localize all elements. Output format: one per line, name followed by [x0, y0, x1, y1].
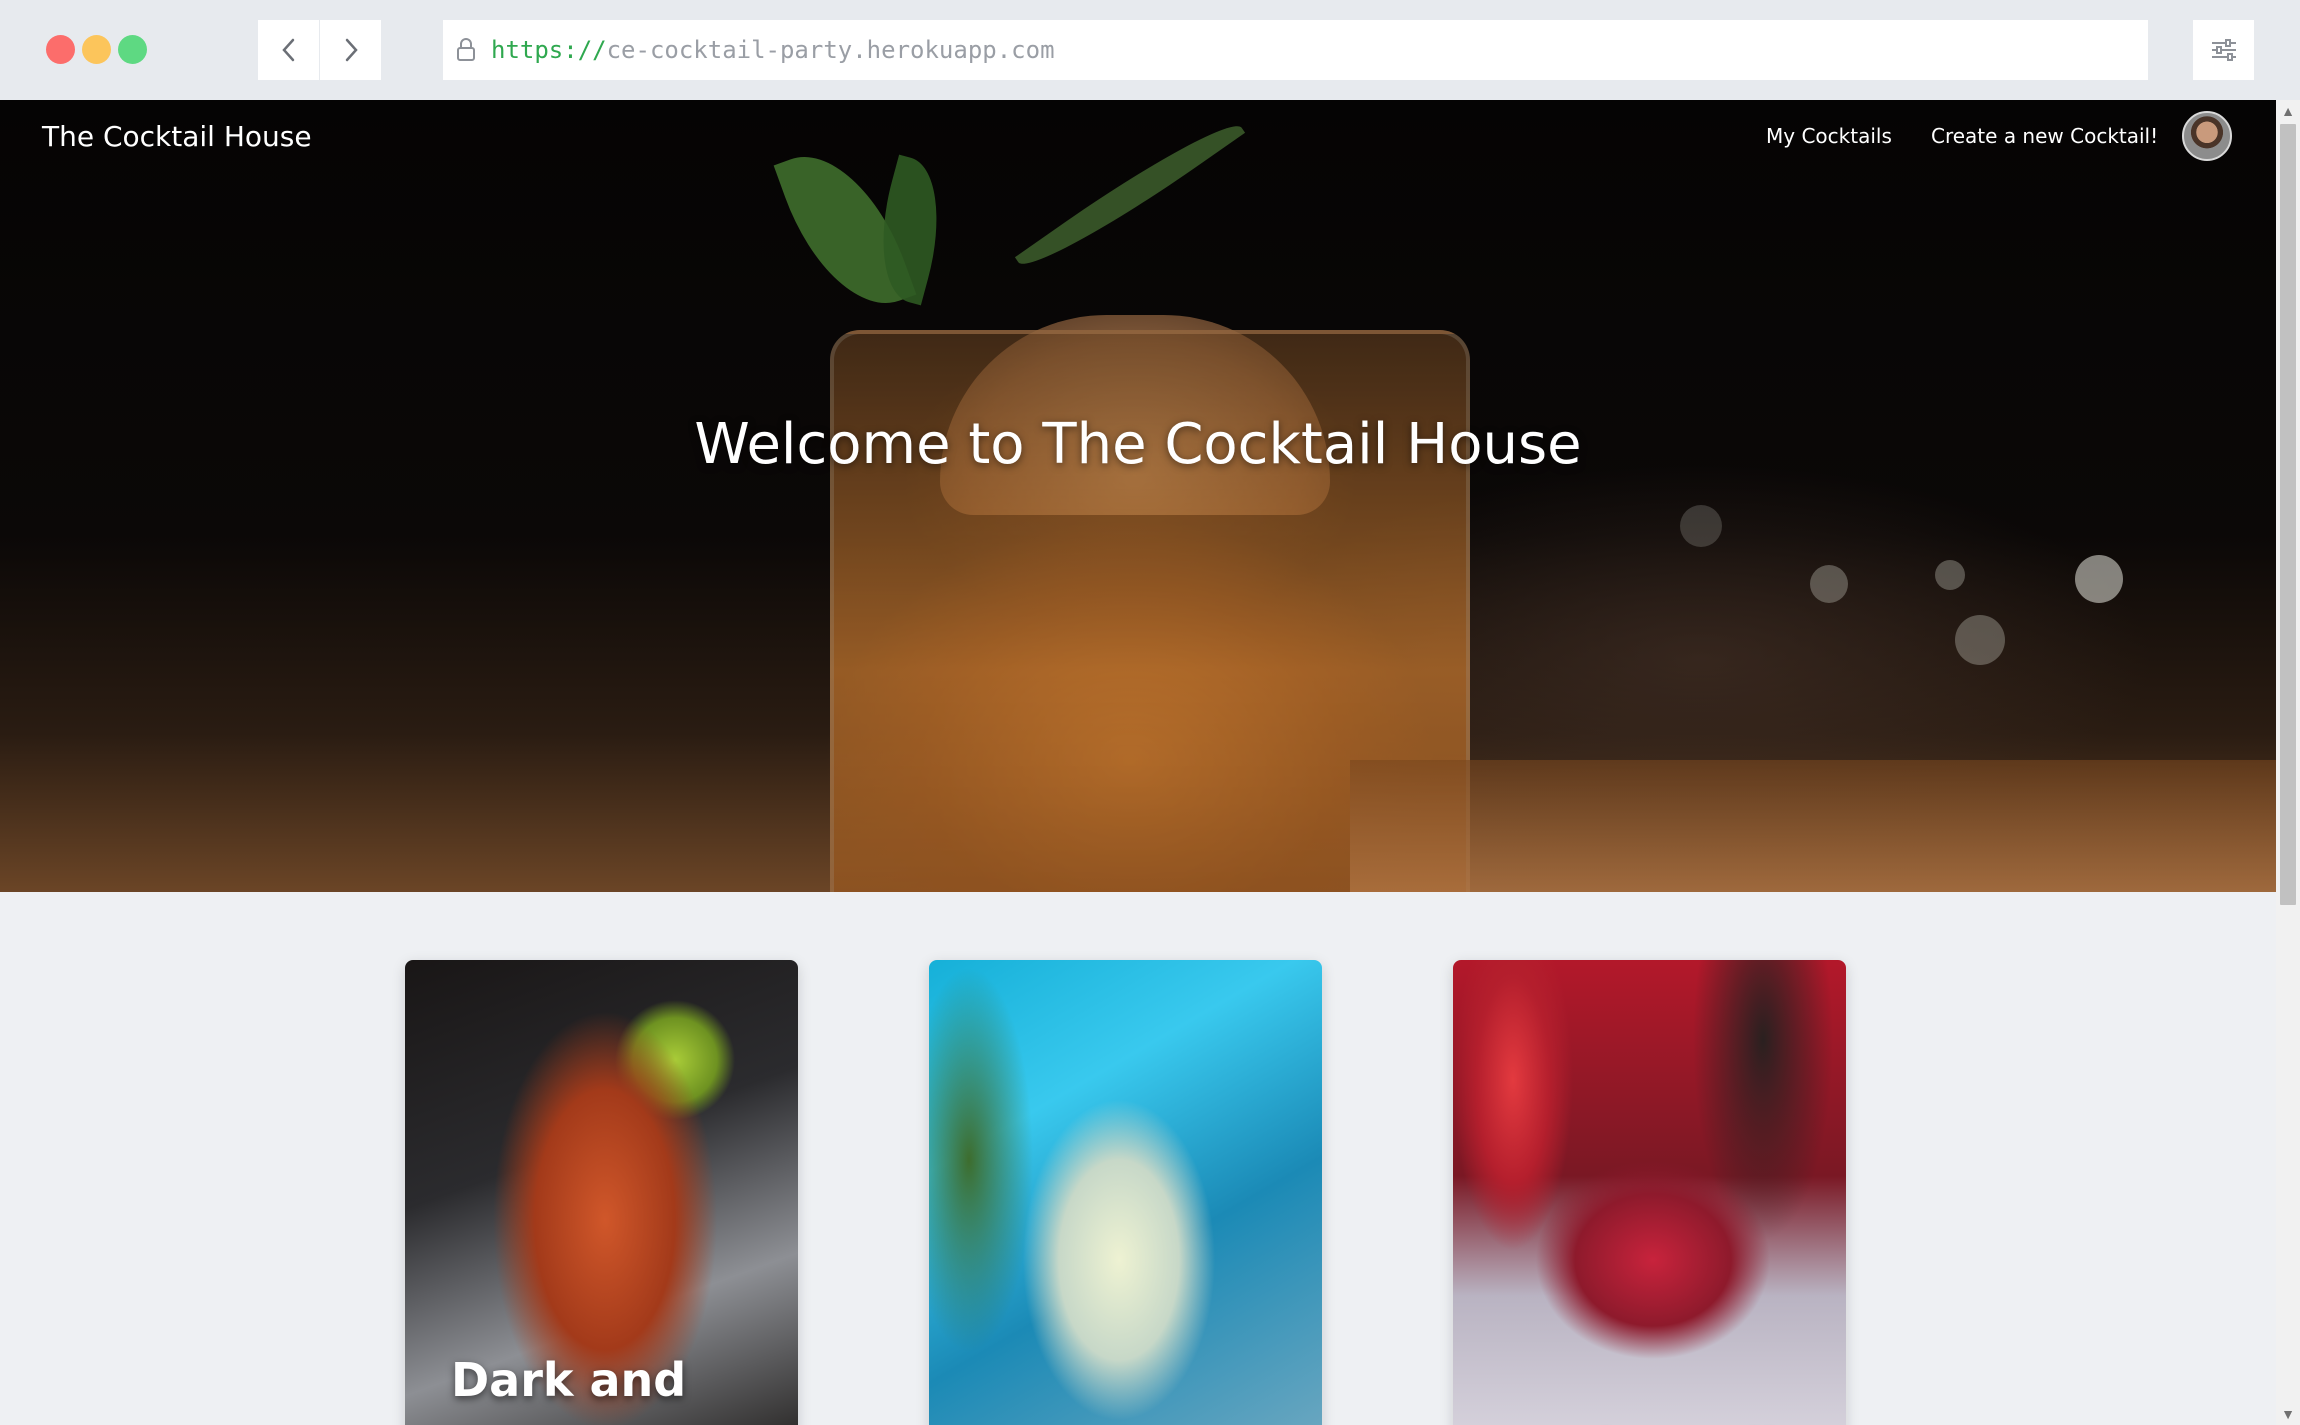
- maximize-window-button[interactable]: [118, 35, 147, 64]
- browser-chrome: https://ce-cocktail-party.herokuapp.com: [0, 0, 2300, 100]
- chevron-right-icon: [345, 38, 358, 62]
- scroll-up-arrow[interactable]: ▲: [2276, 102, 2300, 120]
- page-scrollbar[interactable]: ▲ ▼: [2276, 100, 2300, 1425]
- hero-bokeh: [1810, 565, 1848, 603]
- lock-icon: [457, 38, 475, 61]
- nav-create-cocktail-link[interactable]: Create a new Cocktail!: [1931, 124, 2158, 148]
- address-bar[interactable]: https://ce-cocktail-party.herokuapp.com: [443, 20, 2148, 80]
- forward-button[interactable]: [320, 20, 381, 80]
- url-host: ce-cocktail-party.herokuapp.com: [606, 36, 1055, 64]
- cocktail-card[interactable]: Boulevardier: [1453, 960, 1846, 1425]
- url-scheme: https://: [491, 36, 607, 64]
- site-brand-link[interactable]: The Cocktail House: [42, 120, 312, 153]
- minimize-window-button[interactable]: [82, 35, 111, 64]
- hero-bokeh: [1955, 615, 2005, 665]
- settings-button[interactable]: [2193, 20, 2254, 80]
- hero-section: The Cocktail House My Cocktails Create a…: [0, 100, 2276, 892]
- hero-bokeh: [1680, 505, 1722, 547]
- close-window-button[interactable]: [46, 35, 75, 64]
- scroll-down-arrow[interactable]: ▼: [2276, 1405, 2300, 1423]
- sliders-icon: [2211, 39, 2236, 61]
- scrollbar-thumb[interactable]: [2280, 124, 2296, 905]
- nav-my-cocktails-link[interactable]: My Cocktails: [1766, 124, 1892, 148]
- cocktail-card-title: Dark and Stormy: [451, 1353, 687, 1425]
- hero-bar-counter: [1350, 760, 2276, 892]
- user-avatar[interactable]: [2182, 111, 2232, 161]
- hero-bokeh: [1935, 560, 1965, 590]
- back-button[interactable]: [258, 20, 319, 80]
- url-text: https://ce-cocktail-party.herokuapp.com: [491, 36, 1055, 64]
- cocktail-card[interactable]: French 75: [929, 960, 1322, 1425]
- site-navbar: The Cocktail House My Cocktails Create a…: [0, 100, 2276, 180]
- hero-title: Welcome to The Cocktail House: [694, 412, 1582, 477]
- chevron-left-icon: [281, 38, 294, 62]
- hero-bokeh: [2075, 555, 2123, 603]
- cocktail-card-title: Boulevardier: [1499, 1416, 1832, 1425]
- page-viewport: The Cocktail House My Cocktails Create a…: [0, 100, 2276, 1425]
- cocktail-card-title: French 75: [975, 1416, 1230, 1425]
- cocktail-card[interactable]: Dark and Stormy: [405, 960, 798, 1425]
